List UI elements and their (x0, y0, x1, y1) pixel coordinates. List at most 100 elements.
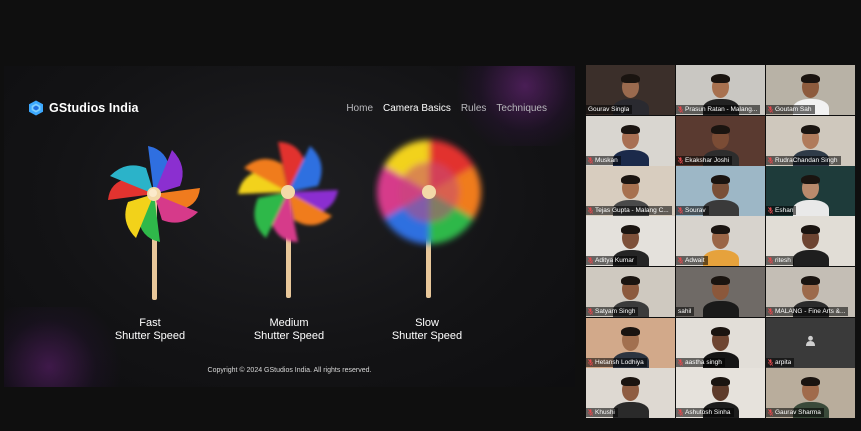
participant-hair (801, 276, 820, 285)
participant-nametag: Gaurav Sharma (766, 408, 824, 417)
label-medium: Medium Shutter Speed (229, 317, 349, 343)
shared-screen: GStudios India Home Camera Basics Rules … (4, 66, 575, 387)
slide-nav: Home Camera Basics Rules Techniques (346, 103, 547, 114)
participant-name: sahil (678, 308, 692, 315)
participant-tile[interactable]: ritesh (766, 216, 855, 266)
nav-camera-basics[interactable]: Camera Basics (383, 103, 451, 114)
participant-tile[interactable]: Khushi (586, 368, 675, 418)
participant-nametag: Hetansh Lodhiya (586, 358, 647, 367)
participant-tile[interactable]: Sourav (676, 166, 765, 216)
mic-muted-icon (678, 359, 683, 366)
participant-tile[interactable]: Prasun Ratan - Malang... (676, 65, 765, 115)
participant-name: Adwait (685, 257, 705, 264)
participant-nametag: Tejas Gupta - Malang C... (586, 206, 672, 215)
participant-nametag: Adwait (676, 256, 708, 265)
label-slow: Slow Shutter Speed (367, 317, 487, 343)
participant-nametag: Sourav (676, 206, 709, 215)
participant-tile[interactable]: MALANG - Fine Arts &... (766, 267, 855, 317)
participant-hair (711, 276, 730, 285)
nav-home[interactable]: Home (346, 103, 373, 114)
participant-tile[interactable]: Ekakshar Joshi (676, 116, 765, 166)
pinwheel-medium-icon (238, 142, 338, 298)
participant-tile[interactable]: sahil (676, 267, 765, 317)
participant-name: Prasun Ratan - Malang... (685, 106, 758, 113)
brand-name: GStudios India (49, 101, 139, 115)
mic-muted-icon (588, 409, 593, 416)
participant-name: Aditya Kumar (595, 257, 635, 264)
participant-name: Satyam Singh (595, 308, 636, 315)
participant-tile[interactable]: Goutam Sah (766, 65, 855, 115)
label-fast: Fast Shutter Speed (90, 317, 210, 343)
participant-tile[interactable]: Eshan (766, 166, 855, 216)
participant-tile[interactable]: RudraChandan Singh (766, 116, 855, 166)
mic-muted-icon (678, 257, 683, 264)
label-fast-line2: Shutter Speed (114, 330, 186, 342)
participant-hair (621, 74, 640, 83)
participant-shoulders (793, 200, 829, 216)
participant-hair (621, 327, 640, 336)
participant-tile[interactable]: Gaurav Sharma (766, 368, 855, 418)
mic-muted-icon (768, 359, 773, 366)
nav-rules[interactable]: Rules (461, 103, 487, 114)
participant-hair (801, 377, 820, 386)
participant-nametag: Aditya Kumar (586, 256, 638, 265)
participant-name: Tejas Gupta - Malang C... (595, 207, 669, 214)
participant-name: Ekakshar Joshi (685, 157, 730, 164)
participant-name: Gourav Singla (588, 106, 630, 113)
participant-tile[interactable]: Adwait (676, 216, 765, 266)
participant-name: Khushi (595, 409, 615, 416)
participant-nametag: Eshan (766, 206, 797, 215)
mic-muted-icon (678, 157, 683, 164)
participant-shoulders (703, 250, 739, 266)
participant-name: Hetansh Lodhiya (595, 359, 644, 366)
participant-hair (711, 377, 730, 386)
mic-muted-icon (678, 106, 683, 113)
participant-shoulders (793, 250, 829, 266)
mic-muted-icon (588, 257, 593, 264)
participant-nametag: RudraChandan Singh (766, 156, 841, 165)
mic-muted-icon (588, 359, 593, 366)
participant-hair (801, 74, 820, 83)
participant-tile[interactable]: Gourav Singla (586, 65, 675, 115)
mic-muted-icon (768, 257, 773, 264)
participant-tile[interactable]: Ashutosh Sinha (676, 368, 765, 418)
participant-nametag: MALANG - Fine Arts &... (766, 307, 849, 316)
participant-tile[interactable]: arpita (766, 318, 855, 368)
brand[interactable]: GStudios India (28, 100, 139, 116)
participant-tile[interactable]: Muskan (586, 116, 675, 166)
participant-name: RudraChandan Singh (775, 157, 838, 164)
label-medium-line1: Medium (269, 317, 309, 329)
slide-footer: Copyright © 2024 GStudios India. All rig… (207, 367, 372, 374)
participant-nametag: Khushi (586, 408, 618, 417)
participant-name: Ashutosh Sinha (685, 409, 731, 416)
participant-tile[interactable]: Tejas Gupta - Malang C... (586, 166, 675, 216)
participant-hair (621, 276, 640, 285)
participant-shoulders (703, 301, 739, 317)
label-slow-line2: Shutter Speed (391, 330, 463, 342)
mic-muted-icon (678, 207, 683, 214)
participant-nametag: Prasun Ratan - Malang... (676, 105, 761, 114)
participant-nametag: ritesh (766, 256, 794, 265)
participant-name: Muskan (595, 157, 618, 164)
participant-nametag: sahil (676, 307, 695, 316)
mic-muted-icon (768, 207, 773, 214)
nav-techniques[interactable]: Techniques (496, 103, 547, 114)
participant-name: ritesh (775, 257, 791, 264)
participant-hair (621, 377, 640, 386)
mic-muted-icon (588, 308, 593, 315)
participant-tile[interactable]: Satyam Singh (586, 267, 675, 317)
gstudios-logo-icon (29, 100, 43, 116)
participant-tile[interactable]: Hetansh Lodhiya (586, 318, 675, 368)
participant-hair (801, 225, 820, 234)
mic-muted-icon (588, 207, 593, 214)
mic-muted-icon (768, 308, 773, 315)
participant-hair (801, 175, 820, 184)
avatar-icon (806, 335, 815, 346)
pinwheel-fast-icon (108, 146, 200, 300)
participant-tile[interactable]: Aditya Kumar (586, 216, 675, 266)
participant-hair (711, 225, 730, 234)
participant-name: Goutam Sah (775, 106, 812, 113)
participant-nametag: Gourav Singla (586, 105, 633, 114)
participant-hair (711, 74, 730, 83)
participant-tile[interactable]: aastha singh (676, 318, 765, 368)
